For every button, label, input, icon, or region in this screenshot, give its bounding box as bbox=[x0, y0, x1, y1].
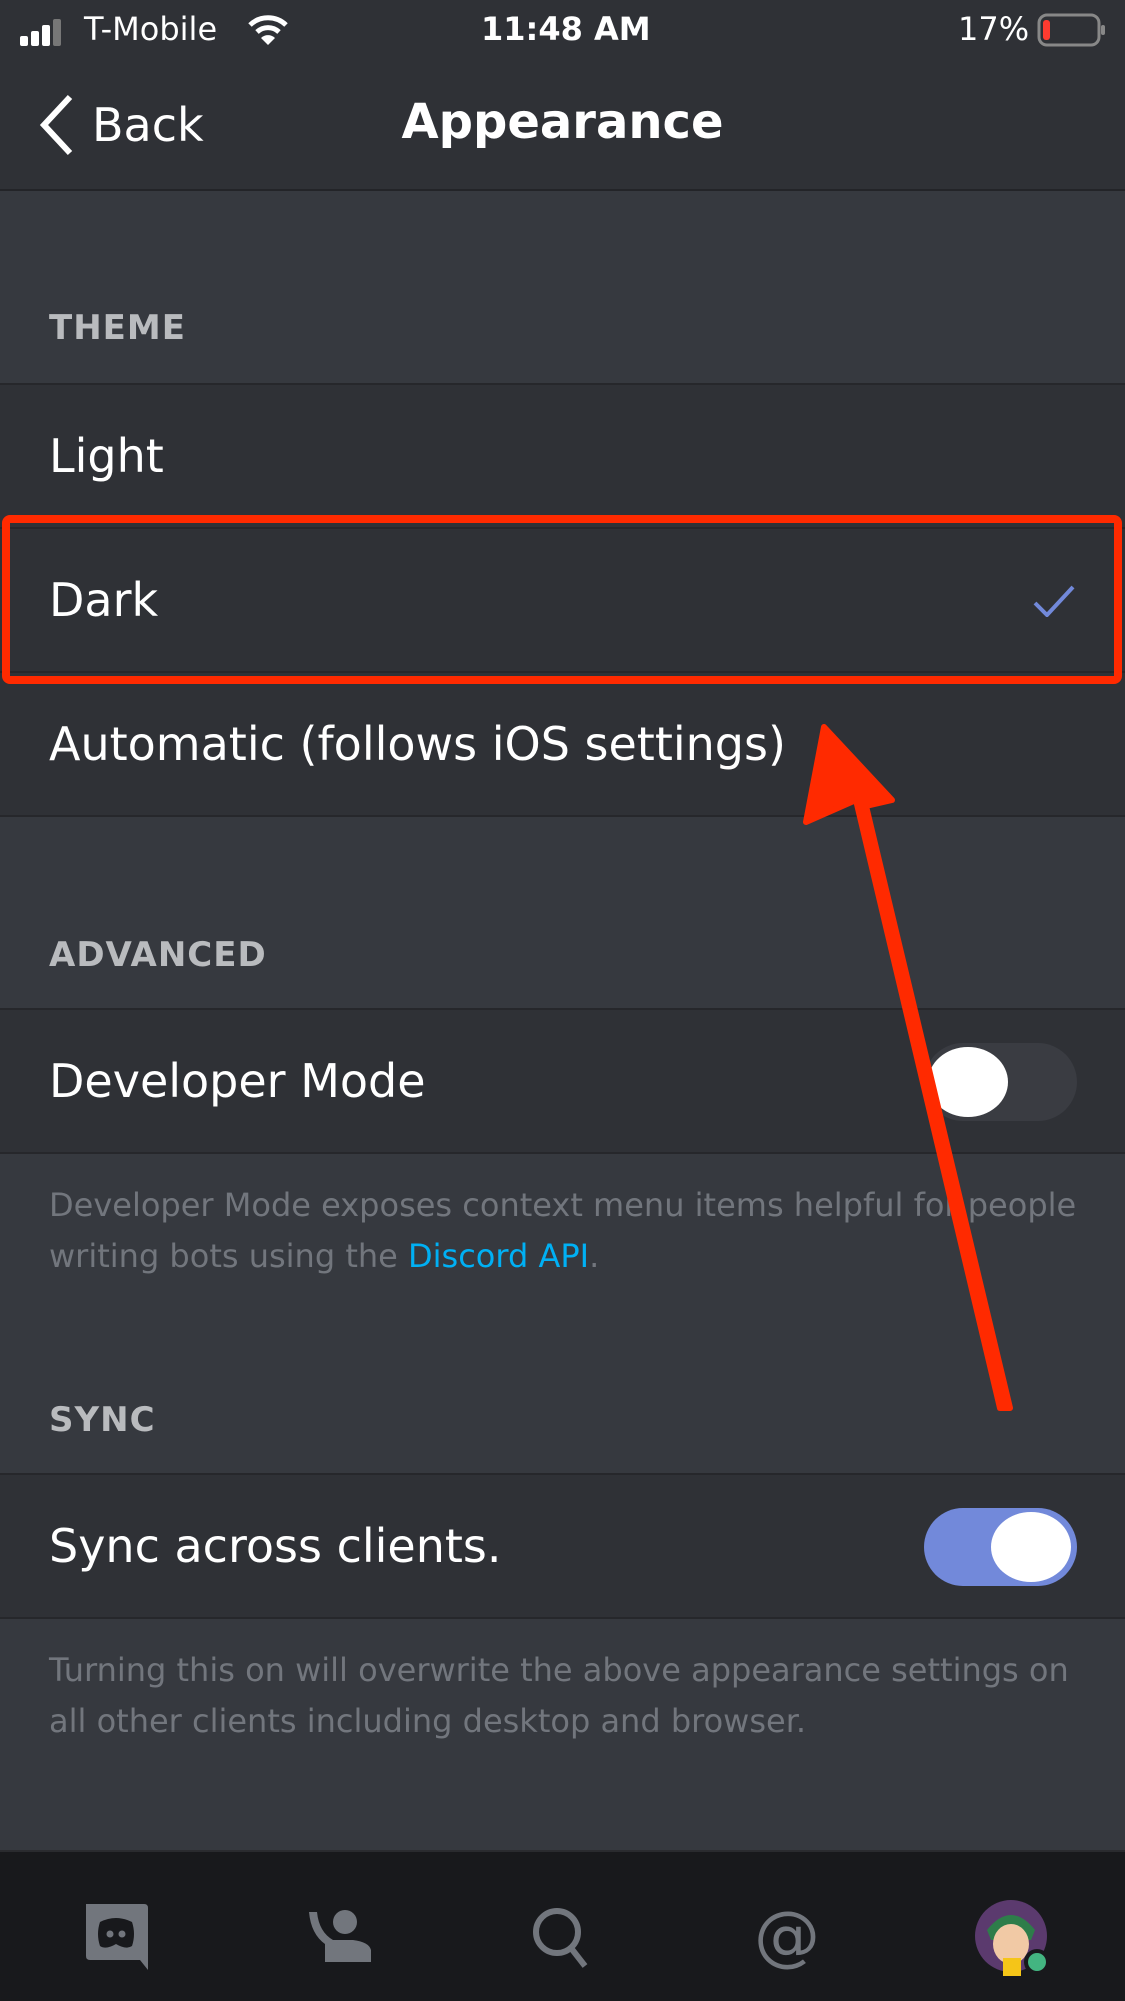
option-label: Light bbox=[49, 429, 164, 483]
theme-option-dark[interactable]: Dark bbox=[0, 527, 1125, 671]
signal-icon bbox=[20, 19, 61, 46]
profile-avatar[interactable] bbox=[975, 1900, 1051, 1976]
sync-toggle[interactable] bbox=[924, 1508, 1077, 1586]
battery-icon bbox=[1037, 13, 1105, 47]
section-header-theme: THEME bbox=[49, 308, 186, 348]
developer-mode-toggle[interactable] bbox=[924, 1043, 1077, 1121]
nav-bar: Back Appearance bbox=[0, 60, 1125, 191]
friends-icon[interactable] bbox=[305, 1902, 375, 1972]
carrier: T-Mobile bbox=[84, 10, 218, 48]
sync-label: Sync across clients. bbox=[49, 1519, 502, 1573]
option-label: Automatic (follows iOS settings) bbox=[49, 717, 786, 771]
section-header-advanced: ADVANCED bbox=[49, 935, 267, 975]
wifi-icon bbox=[248, 15, 288, 45]
search-icon[interactable] bbox=[527, 1902, 597, 1972]
status-bar: T-Mobile 11:48 AM 17% bbox=[0, 0, 1125, 60]
checkmark-icon bbox=[1033, 585, 1075, 617]
section-header-sync: SYNC bbox=[49, 1400, 156, 1440]
theme-option-automatic[interactable]: Automatic (follows iOS settings) bbox=[0, 671, 1125, 817]
theme-option-light[interactable]: Light bbox=[0, 383, 1125, 527]
sync-description: Turning this on will overwrite the above… bbox=[49, 1651, 1069, 1740]
avatar-image bbox=[975, 1900, 1050, 1976]
home-icon[interactable] bbox=[82, 1902, 152, 1972]
developer-mode-label: Developer Mode bbox=[49, 1054, 426, 1108]
developer-mode-description: Developer Mode exposes context menu item… bbox=[49, 1186, 1077, 1275]
clock: 11:48 AM bbox=[481, 10, 651, 48]
tab-bar: @ bbox=[0, 1850, 1125, 2001]
page-title: Appearance bbox=[401, 94, 724, 150]
option-label: Dark bbox=[49, 573, 159, 627]
sync-row: Sync across clients. bbox=[0, 1473, 1125, 1619]
mentions-icon[interactable]: @ bbox=[752, 1902, 822, 1972]
svg-text:@: @ bbox=[754, 1902, 820, 1972]
developer-mode-row: Developer Mode bbox=[0, 1008, 1125, 1154]
online-status-indicator bbox=[1024, 1949, 1050, 1975]
battery-percent: 17% bbox=[958, 10, 1030, 48]
discord-api-link[interactable]: Discord API bbox=[408, 1237, 589, 1275]
